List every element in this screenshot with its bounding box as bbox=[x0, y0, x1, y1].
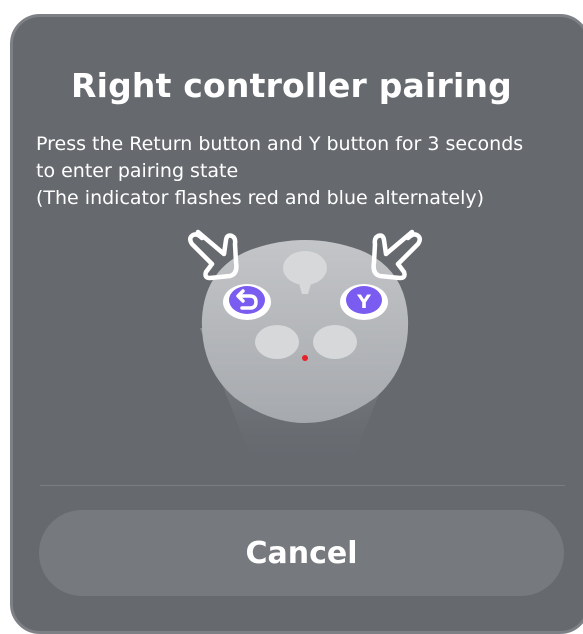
description-line-3: (The indicator flashes red and blue alte… bbox=[36, 187, 485, 209]
description-line-2: to enter pairing state bbox=[36, 160, 239, 182]
divider bbox=[40, 485, 565, 486]
cancel-button[interactable]: Cancel bbox=[39, 510, 564, 596]
return-button-icon bbox=[223, 284, 271, 320]
left-lower-button bbox=[255, 325, 299, 359]
joystick bbox=[283, 251, 327, 285]
description-line-1: Press the Return button and Y button for… bbox=[36, 133, 524, 155]
y-button-label: Y bbox=[356, 291, 371, 313]
y-button-icon: Y bbox=[340, 284, 388, 320]
right-lower-button bbox=[313, 325, 357, 359]
dialog-description: Press the Return button and Y button for… bbox=[36, 131, 576, 212]
indicator-light bbox=[302, 355, 308, 361]
controller-illustration: Y bbox=[188, 229, 422, 468]
dialog-title: Right controller pairing bbox=[70, 66, 513, 105]
